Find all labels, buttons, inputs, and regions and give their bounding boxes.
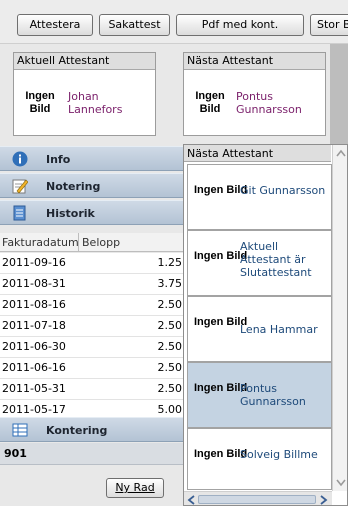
kontering-row[interactable]: 901	[0, 443, 184, 465]
accordion-historik-label: Historik	[46, 207, 95, 220]
history-list-icon	[13, 205, 26, 221]
info-icon	[12, 151, 28, 167]
sakattest-button[interactable]: Sakattest	[99, 14, 170, 36]
table-row[interactable]: 2011-08-31 3.75	[0, 274, 184, 295]
option-name: Solveig Billme	[240, 448, 318, 461]
scroll-right-icon[interactable]	[320, 495, 328, 505]
grid-table-icon	[12, 423, 28, 437]
next-attestant-no-image: Ingen Bild	[195, 90, 225, 115]
dropdown-vertical-scrollbar[interactable]	[332, 145, 347, 491]
dropdown-option-solveig-billme[interactable]: Ingen Bild Solveig Billme	[187, 428, 332, 490]
option-name: Pontus Gunnarsson	[240, 382, 306, 408]
dropdown-option-git-gunnarsson[interactable]: Ingen Bild Git Gunnarsson	[187, 164, 332, 230]
table-row[interactable]: 2011-06-30 2.50	[0, 337, 184, 358]
accordion-notering[interactable]: Notering	[0, 173, 184, 198]
table-row[interactable]: 2011-06-16 2.50	[0, 358, 184, 379]
scroll-up-icon[interactable]	[336, 149, 346, 157]
horizontal-scroll-thumb[interactable]	[198, 495, 316, 504]
row-amount: 2.50	[157, 361, 183, 374]
table-row[interactable]: 2011-08-16 2.50	[0, 295, 184, 316]
table-row[interactable]: 2011-05-17 5.00	[0, 400, 184, 417]
row-amount: 1.25	[157, 256, 183, 269]
current-attestant-header: Aktuell Attestant	[14, 53, 155, 70]
accordion-historik[interactable]: Historik	[0, 200, 184, 225]
column-header-fakturadatum[interactable]: Fakturadatum	[2, 236, 79, 249]
column-divider	[78, 233, 79, 252]
table-row[interactable]: 2011-05-31 2.50	[0, 379, 184, 400]
current-attestant-card: Aktuell Attestant Ingen Bild Johan Lanne…	[13, 52, 156, 136]
stor-bild-button[interactable]: Stor B	[310, 14, 348, 36]
accordion-info-label: Info	[46, 153, 71, 166]
dropdown-option-lena-hammar[interactable]: Ingen Bild Lena Hammar	[187, 296, 332, 362]
row-date: 2011-06-30	[2, 340, 66, 353]
accordion-info[interactable]: Info	[0, 146, 184, 171]
accordion-notering-label: Notering	[46, 180, 101, 193]
option-name: Git Gunnarsson	[240, 184, 326, 197]
next-attestant-name: Pontus Gunnarsson	[236, 90, 302, 116]
next-attestant-card[interactable]: Nästa Attestant Ingen Bild Pontus Gunnar…	[183, 52, 326, 136]
current-attestant-name: Johan Lannefors	[68, 90, 123, 116]
row-date: 2011-05-31	[2, 382, 66, 395]
next-attestant-header: Nästa Attestant	[184, 53, 325, 70]
history-table-body: 2011-09-16 1.25 2011-08-31 3.75 2011-08-16…	[0, 253, 184, 417]
table-row[interactable]: 2011-07-18 2.50	[0, 316, 184, 337]
pencil-note-icon	[12, 179, 28, 194]
scroll-left-icon[interactable]	[187, 495, 195, 505]
row-amount: 2.50	[157, 319, 183, 332]
dropdown-option-slutattestant[interactable]: Ingen Bild Aktuell Attestant är Slutatte…	[187, 230, 332, 296]
next-attestant-dropdown[interactable]: Nästa Attestant Ingen Bild Git Gunnarsso…	[183, 144, 348, 506]
row-date: 2011-07-18	[2, 319, 66, 332]
scroll-down-icon[interactable]	[336, 479, 346, 487]
table-row[interactable]: 2011-09-16 1.25	[0, 253, 184, 274]
current-attestant-no-image: Ingen Bild	[25, 90, 55, 115]
accordion-kontering[interactable]: Kontering	[0, 417, 184, 442]
history-table-header: Fakturadatum Belopp	[0, 233, 184, 252]
row-date: 2011-08-31	[2, 277, 66, 290]
dropdown-header: Nästa Attestant	[184, 145, 331, 162]
option-name: Lena Hammar	[240, 323, 318, 336]
row-amount: 3.75	[157, 277, 183, 290]
row-amount: 2.50	[157, 298, 183, 311]
pdf-med-kont-button[interactable]: Pdf med kont.	[176, 14, 304, 36]
row-date: 2011-05-17	[2, 403, 66, 416]
row-date: 2011-09-16	[2, 256, 66, 269]
kontering-value: 901	[4, 447, 27, 460]
accordion-kontering-label: Kontering	[46, 424, 108, 437]
toolbar: Attestera Sakattest Pdf med kont. Stor B	[0, 0, 348, 44]
row-date: 2011-06-16	[2, 361, 66, 374]
column-header-belopp[interactable]: Belopp	[82, 236, 120, 249]
option-name: Aktuell Attestant är Slutattestant	[240, 240, 312, 279]
attestera-button[interactable]: Attestera	[17, 14, 93, 36]
row-amount: 2.50	[157, 382, 183, 395]
row-amount: 5.00	[157, 403, 183, 416]
dropdown-option-pontus-gunnarsson[interactable]: Ingen Bild Pontus Gunnarsson	[187, 362, 332, 428]
side-strip	[330, 44, 348, 144]
row-date: 2011-08-16	[2, 298, 66, 311]
row-amount: 2.50	[157, 340, 183, 353]
ny-rad-button[interactable]: Ny Rad	[106, 478, 164, 498]
dropdown-horizontal-scrollbar[interactable]	[184, 491, 332, 505]
